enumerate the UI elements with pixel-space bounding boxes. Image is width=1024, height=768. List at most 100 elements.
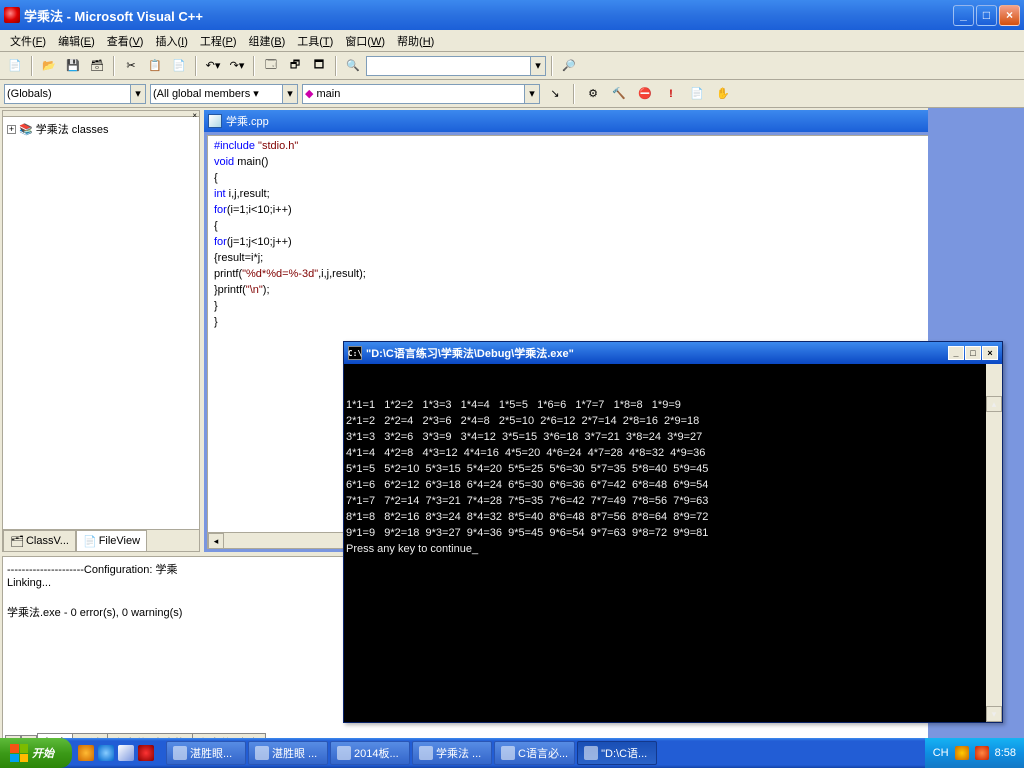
console-window[interactable]: C:\ "D:\C语言练习\学乘法\Debug\学乘法.exe" _ □ × 1… bbox=[343, 341, 1003, 723]
app-titlebar: 学乘法 - Microsoft Visual C++ _ □ × bbox=[0, 0, 1024, 30]
window-list-button[interactable]: 🗗 bbox=[284, 55, 306, 77]
close-button[interactable]: × bbox=[999, 5, 1020, 26]
find-combo[interactable]: ▾ bbox=[366, 56, 546, 76]
menu-b[interactable]: 组建(B) bbox=[243, 31, 292, 51]
console-titlebar[interactable]: C:\ "D:\C语言练习\学乘法\Debug\学乘法.exe" _ □ × bbox=[344, 342, 1002, 364]
class-tree[interactable]: + 📚 学乘法 classes bbox=[3, 117, 199, 529]
members-value: (All global members ▾ bbox=[153, 87, 259, 100]
classview-icon: 🗂 bbox=[10, 535, 24, 548]
task-label: 湛胜眼 ... bbox=[272, 745, 317, 761]
minimize-button[interactable]: _ bbox=[953, 5, 974, 26]
task-app-icon bbox=[173, 746, 187, 760]
fileview-label: FileView bbox=[99, 535, 140, 547]
classes-icon: 📚 bbox=[19, 123, 33, 136]
save-all-button[interactable]: 🗃 bbox=[86, 55, 108, 77]
expand-icon[interactable]: + bbox=[7, 125, 16, 134]
menu-f[interactable]: 文件(F) bbox=[4, 31, 52, 51]
stop-build-button[interactable]: ⛔ bbox=[634, 83, 656, 105]
tile-button[interactable]: 🗖 bbox=[308, 55, 330, 77]
taskbar-button[interactable]: 2014板... bbox=[330, 741, 410, 765]
scope-combo[interactable]: (Globals)▾ bbox=[4, 84, 146, 104]
go-button[interactable]: 📄 bbox=[686, 83, 708, 105]
clock[interactable]: 8:58 bbox=[995, 747, 1016, 759]
goto-button[interactable]: ↘ bbox=[544, 83, 566, 105]
menu-t[interactable]: 工具(T) bbox=[291, 31, 339, 51]
menu-p[interactable]: 工程(P) bbox=[194, 31, 243, 51]
editor-titlebar[interactable]: 学乘.cpp _ □ × bbox=[204, 110, 1022, 132]
tray-av-icon[interactable] bbox=[975, 746, 989, 760]
insert-breakpoint-button[interactable]: ✋ bbox=[712, 83, 734, 105]
task-app-icon bbox=[419, 746, 433, 760]
execute-button[interactable]: ! bbox=[660, 83, 682, 105]
taskbar-button[interactable]: C语言必... bbox=[494, 741, 575, 765]
cut-button[interactable]: ✂ bbox=[120, 55, 142, 77]
console-line: 7*1=7 7*2=14 7*3=21 7*4=28 7*5=35 7*6=42… bbox=[346, 493, 1000, 509]
task-app-icon bbox=[337, 746, 351, 760]
fileview-tab[interactable]: 📄 FileView bbox=[76, 530, 147, 551]
console-icon: C:\ bbox=[348, 346, 362, 360]
ql-icon-2[interactable] bbox=[98, 745, 114, 761]
menu-i[interactable]: 插入(I) bbox=[149, 31, 193, 51]
taskbar-button[interactable]: 学乘法 ... bbox=[412, 741, 492, 765]
ql-show-desktop-icon[interactable] bbox=[118, 745, 134, 761]
menu-w[interactable]: 窗口(W) bbox=[339, 31, 391, 51]
redo-button[interactable]: ↷▾ bbox=[226, 55, 248, 77]
copy-button[interactable]: 📋 bbox=[144, 55, 166, 77]
new-text-button[interactable]: 📄 bbox=[4, 55, 26, 77]
console-scrollbar[interactable]: ▴ ▾ bbox=[986, 364, 1002, 722]
paste-button[interactable]: 📄 bbox=[168, 55, 190, 77]
open-button[interactable]: 📂 bbox=[38, 55, 60, 77]
classview-tab[interactable]: 🗂 ClassV... bbox=[3, 530, 76, 551]
save-button[interactable]: 💾 bbox=[62, 55, 84, 77]
ql-icon-4[interactable] bbox=[138, 745, 154, 761]
editor-file-title: 学乘.cpp bbox=[226, 113, 269, 129]
maximize-button[interactable]: □ bbox=[976, 5, 997, 26]
console-line: 3*1=3 3*2=6 3*3=9 3*4=12 3*5=15 3*6=18 3… bbox=[346, 429, 1000, 445]
task-label: "D:\C语... bbox=[601, 745, 647, 761]
tree-root-node[interactable]: + 📚 学乘法 classes bbox=[7, 121, 195, 137]
compile-button[interactable]: ⚙ bbox=[582, 83, 604, 105]
standard-toolbar: 📄 📂 💾 🗃 ✂ 📋 📄 ↶▾ ↷▾ 🗔 🗗 🗖 🔍 ▾ 🔎 bbox=[0, 52, 1024, 80]
taskbar-button[interactable]: 湛胜眼 ... bbox=[248, 741, 328, 765]
cpp-file-icon bbox=[208, 114, 222, 128]
console-minimize-button[interactable]: _ bbox=[948, 346, 964, 360]
code-line: } bbox=[214, 314, 1012, 330]
build-button[interactable]: 🔨 bbox=[608, 83, 630, 105]
code-line: { bbox=[214, 170, 1012, 186]
code-line: int i,j,result; bbox=[214, 186, 1012, 202]
console-line: 6*1=6 6*2=12 6*3=18 6*4=24 6*5=30 6*6=36… bbox=[346, 477, 1000, 493]
start-label: 开始 bbox=[32, 745, 54, 761]
search-button[interactable]: 🔎 bbox=[558, 55, 580, 77]
start-button[interactable]: 开始 bbox=[0, 738, 72, 768]
taskbar: 开始 湛胜眼... 湛胜眼 ... 2014板... 学乘法 ... C语言必... "D… bbox=[0, 738, 1024, 768]
taskbar-button[interactable]: "D:\C语... bbox=[577, 741, 657, 765]
task-label: 学乘法 ... bbox=[436, 745, 481, 761]
code-line: { bbox=[214, 218, 1012, 234]
console-line: 2*1=2 2*2=4 2*3=6 2*4=8 2*5=10 2*6=12 2*… bbox=[346, 413, 1000, 429]
workspace-button[interactable]: 🗔 bbox=[260, 55, 282, 77]
task-app-icon bbox=[255, 746, 269, 760]
menu-v[interactable]: 查看(V) bbox=[101, 31, 150, 51]
fileview-icon: 📄 bbox=[83, 535, 97, 548]
undo-button[interactable]: ↶▾ bbox=[202, 55, 224, 77]
code-line: #include "stdio.h" bbox=[214, 138, 1012, 154]
tray-shield-icon[interactable] bbox=[955, 746, 969, 760]
system-tray[interactable]: CH 8:58 bbox=[925, 738, 1024, 768]
menu-h[interactable]: 帮助(H) bbox=[391, 31, 440, 51]
task-label: 湛胜眼... bbox=[190, 745, 232, 761]
ql-icon-1[interactable] bbox=[78, 745, 94, 761]
menu-e[interactable]: 编辑(E) bbox=[52, 31, 101, 51]
console-output: 1*1=1 1*2=2 1*3=3 1*4=4 1*5=5 1*6=6 1*7=… bbox=[344, 364, 1002, 722]
menu-bar: 文件(F)编辑(E)查看(V)插入(I)工程(P)组建(B)工具(T)窗口(W)… bbox=[0, 30, 1024, 52]
code-line: }printf("\n"); bbox=[214, 282, 1012, 298]
function-value: main bbox=[316, 88, 340, 100]
console-maximize-button[interactable]: □ bbox=[965, 346, 981, 360]
find-in-files-button[interactable]: 🔍 bbox=[342, 55, 364, 77]
lang-indicator[interactable]: CH bbox=[933, 747, 949, 759]
function-combo[interactable]: ◆main▾ bbox=[302, 84, 540, 104]
members-combo[interactable]: (All global members ▾▾ bbox=[150, 84, 298, 104]
task-label: C语言必... bbox=[518, 745, 568, 761]
taskbar-button[interactable]: 湛胜眼... bbox=[166, 741, 246, 765]
console-close-button[interactable]: × bbox=[982, 346, 998, 360]
task-label: 2014板... bbox=[354, 745, 399, 761]
